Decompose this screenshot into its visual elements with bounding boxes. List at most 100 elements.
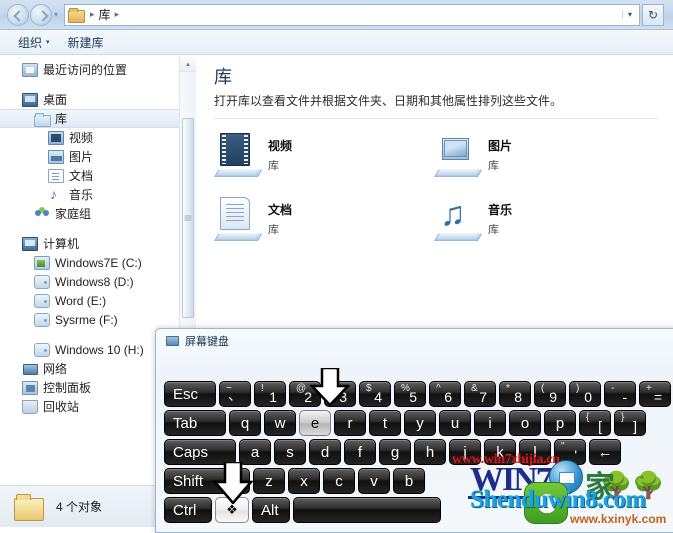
back-arrow-icon[interactable] (7, 3, 29, 26)
sidebar-item-3[interactable]: 库 (0, 109, 196, 128)
key-9[interactable]: (9 (534, 381, 566, 407)
history-caret-icon[interactable]: ▾ (54, 10, 58, 19)
key-w[interactable]: w (264, 410, 296, 436)
key-7[interactable]: & 7 (464, 381, 496, 407)
key-k[interactable]: k (484, 439, 516, 465)
key-u[interactable]: u (439, 410, 471, 436)
sidebar-item-13[interactable]: Word (E:) (0, 291, 196, 310)
key-esc[interactable]: Esc (164, 381, 216, 407)
osk-title-label: 屏幕键盘 (185, 336, 229, 348)
library-item[interactable]: 音乐库 (434, 195, 654, 241)
key-s[interactable]: s (274, 439, 306, 465)
pictures-library-icon (434, 131, 483, 177)
library-item[interactable]: 图片库 (434, 131, 654, 177)
key-z[interactable]: z (253, 468, 285, 494)
sidebar-item-12[interactable]: Windows8 (D:) (0, 272, 196, 291)
key-4[interactable]: $4 (359, 381, 391, 407)
sidebar-item-10[interactable]: 计算机 (0, 234, 196, 253)
sidebar-item-label: 回收站 (43, 400, 80, 414)
key-][interactable]: }] (614, 410, 646, 436)
key-i[interactable]: i (474, 410, 506, 436)
key--[interactable]: -- (604, 381, 636, 407)
key-ctrl[interactable]: Ctrl (164, 497, 212, 523)
refresh-icon[interactable]: ↻ (642, 3, 664, 26)
key-lower-label: - (622, 389, 627, 405)
scroll-up-arrow-icon[interactable]: ▴ (180, 56, 196, 72)
key-8[interactable]: * 8 (499, 381, 531, 407)
breadcrumb-library[interactable]: 库 (99, 6, 111, 23)
key-f[interactable]: f (344, 439, 376, 465)
key-o[interactable]: o (509, 410, 541, 436)
sidebar-item-0[interactable]: 最近访问的位置 (0, 60, 196, 79)
sidebar-item-label: 音乐 (69, 188, 94, 202)
sidebar-item-label: Windows 10 (H:) (55, 342, 144, 357)
item-count-text: 4 个对象 (56, 500, 103, 514)
key-0[interactable]: ) 0 (569, 381, 601, 407)
key-tab[interactable]: Tab (164, 410, 226, 436)
key-upper-label: & (471, 383, 478, 394)
key-d[interactable]: d (309, 439, 341, 465)
key-5[interactable]: % 5 (394, 381, 426, 407)
key-q[interactable]: q (229, 410, 261, 436)
documents-library-icon (48, 168, 64, 183)
library-grid: 视频库图片库文档库音乐库 (214, 131, 673, 241)
sidebar-item-11[interactable]: Windows7E (C:) (0, 253, 196, 272)
music-library-icon (48, 186, 64, 202)
library-item[interactable]: 文档库 (214, 195, 434, 241)
key-space[interactable] (293, 497, 441, 523)
sidebar-item-14[interactable]: Sysrme (F:) (0, 310, 196, 329)
osk-title-bar[interactable]: 屏幕键盘 (156, 329, 673, 353)
key-←[interactable]: ← (589, 439, 621, 465)
key-upper-label: } (621, 412, 625, 423)
breadcrumb-bar[interactable]: ▸ 库 ▸ ▾ (64, 3, 640, 26)
forward-arrow-icon[interactable] (30, 3, 52, 26)
key-h[interactable]: h (414, 439, 446, 465)
key-t[interactable]: t (369, 410, 401, 436)
key-、[interactable]: ~、 (219, 381, 251, 407)
network-icon (22, 362, 38, 376)
sidebar-item-8[interactable]: 家庭组 (0, 204, 196, 223)
key-'[interactable]: " ' (554, 439, 586, 465)
key-j[interactable]: j (449, 439, 481, 465)
breadcrumb-separator-2[interactable]: ▸ (113, 9, 122, 20)
key-b[interactable]: b (393, 468, 425, 494)
key-l[interactable]: l (519, 439, 551, 465)
key-[[interactable]: {[ (579, 410, 611, 436)
key-=[interactable]: + = (639, 381, 671, 407)
key-label: Alt (261, 501, 279, 519)
key-p[interactable]: p (544, 410, 576, 436)
key-x[interactable]: x (288, 468, 320, 494)
key-y[interactable]: y (404, 410, 436, 436)
navigation-buttons: ▾ (4, 3, 61, 26)
library-name: 文档 (268, 202, 293, 217)
sidebar-item-6[interactable]: 文档 (0, 166, 196, 185)
sidebar-item-label: 文档 (69, 169, 94, 183)
watermark-win7-underline (468, 496, 554, 499)
number-row: Esc~、!1@2#3$4%5^6&7*8(9)0--+= (164, 381, 673, 407)
key-c[interactable]: c (323, 468, 355, 494)
address-bar-edge (664, 4, 669, 26)
key-lower-label: 5 (409, 389, 417, 405)
key-e[interactable]: e (299, 410, 331, 436)
key-alt[interactable]: Alt (252, 497, 290, 523)
key-upper-label: ^ (436, 383, 441, 394)
chevron-down-icon[interactable]: ▾ (621, 10, 637, 19)
sidebar-item-5[interactable]: 图片 (0, 147, 196, 166)
sidebar-item-7[interactable]: 音乐 (0, 185, 196, 204)
sidebar-item-4[interactable]: 视频 (0, 128, 196, 147)
sidebar-item-label: Word (E:) (55, 293, 107, 308)
key-6[interactable]: ^ 6 (429, 381, 461, 407)
organize-button[interactable]: 组织 ▾ (18, 34, 50, 51)
new-library-button[interactable]: 新建库 (68, 34, 104, 51)
sidebar-item-2[interactable]: 桌面 (0, 90, 196, 109)
key-g[interactable]: g (379, 439, 411, 465)
library-name: 视频 (268, 138, 293, 153)
key-label: f (357, 443, 363, 461)
library-kind: 库 (488, 223, 499, 236)
key-r[interactable]: r (334, 410, 366, 436)
key-1[interactable]: ! 1 (254, 381, 286, 407)
key-lower-label: [ (598, 418, 602, 434)
scrollbar-thumb[interactable] (182, 118, 194, 318)
library-item[interactable]: 视频库 (214, 131, 434, 177)
key-v[interactable]: v (358, 468, 390, 494)
